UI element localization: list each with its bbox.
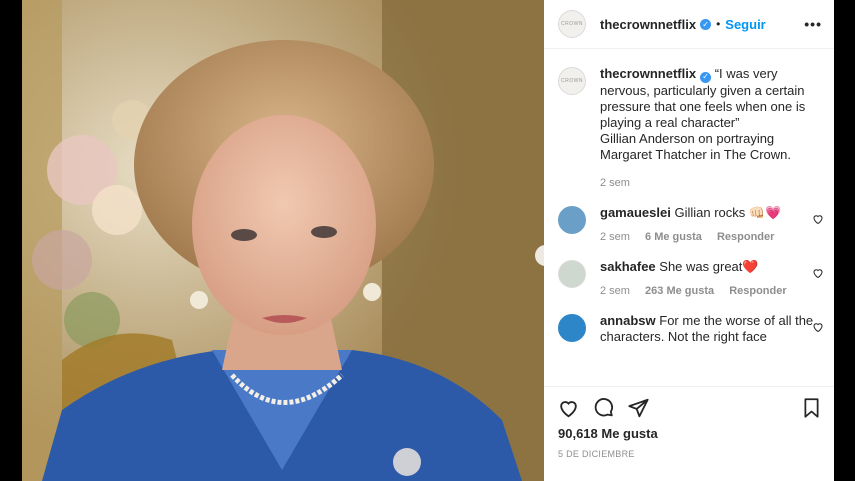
comment-bubble-icon[interactable] [592, 397, 615, 419]
save-bookmark-icon[interactable] [801, 397, 822, 419]
caption-username[interactable]: thecrownnetflix [600, 66, 696, 81]
post-date: 5 DE DICIEMBRE [558, 449, 635, 459]
like-heart-icon[interactable] [557, 397, 580, 419]
comment-time[interactable]: 2 sem [600, 231, 630, 243]
comment-text: Gillian rocks 👊🏻💗 [674, 204, 782, 220]
share-send-icon[interactable] [627, 397, 650, 419]
comment-likes[interactable]: 263 Me gusta [645, 285, 714, 297]
like-comment-heart-icon[interactable] [812, 321, 824, 333]
comment-avatar[interactable] [558, 205, 586, 234]
verified-badge-icon: ✓ [700, 18, 712, 30]
like-comment-heart-icon[interactable] [812, 213, 824, 225]
comment-likes[interactable]: 6 Me gusta [645, 231, 702, 243]
post-detail-panel: CROWN thecrownnetflix ✓ • Seguir ••• CRO… [544, 0, 834, 481]
post-actions [544, 386, 834, 429]
comment-avatar[interactable] [558, 259, 586, 288]
profile-username[interactable]: thecrownnetflix [600, 17, 696, 32]
comment-item: sakhafee She was great❤️ 2 sem 263 Me gu… [544, 259, 834, 299]
like-comment-heart-icon[interactable] [812, 267, 824, 279]
comments-list: CROWN thecrownnetflix ✓ “I was very nervo… [544, 66, 834, 345]
post-photo[interactable]: › [22, 0, 544, 481]
comment-item: gamaueslei Gillian rocks 👊🏻💗 2 sem 6 Me … [544, 205, 834, 245]
more-options-icon[interactable]: ••• [804, 16, 822, 32]
comment-avatar[interactable] [558, 313, 586, 342]
comment-item: annabsw For me the worse of all the char… [544, 313, 834, 345]
page-margin-right [834, 0, 855, 481]
follow-button[interactable]: Seguir [725, 17, 765, 32]
profile-avatar[interactable]: CROWN [558, 10, 586, 38]
comment-username[interactable]: annabsw [600, 313, 656, 328]
portrait-image [22, 0, 544, 481]
caption-text-2: Gillian Anderson on portraying Margaret … [600, 130, 791, 162]
likes-count[interactable]: 90,618 Me gusta [558, 426, 658, 441]
comment-username[interactable]: gamaueslei [600, 205, 671, 220]
caption: CROWN thecrownnetflix ✓ “I was very nervo… [544, 66, 834, 191]
separator-dot: • [716, 17, 721, 31]
comment-time[interactable]: 2 sem [600, 285, 630, 297]
reply-button[interactable]: Responder [717, 231, 774, 243]
caption-time[interactable]: 2 sem [600, 177, 630, 189]
comment-username[interactable]: sakhafee [600, 259, 656, 274]
reply-button[interactable]: Responder [729, 285, 786, 297]
verified-badge-icon: ✓ [700, 71, 712, 83]
post-header: CROWN thecrownnetflix ✓ • Seguir ••• [544, 0, 834, 49]
caption-avatar[interactable]: CROWN [558, 67, 586, 95]
comment-text: She was great❤️ [659, 258, 759, 274]
